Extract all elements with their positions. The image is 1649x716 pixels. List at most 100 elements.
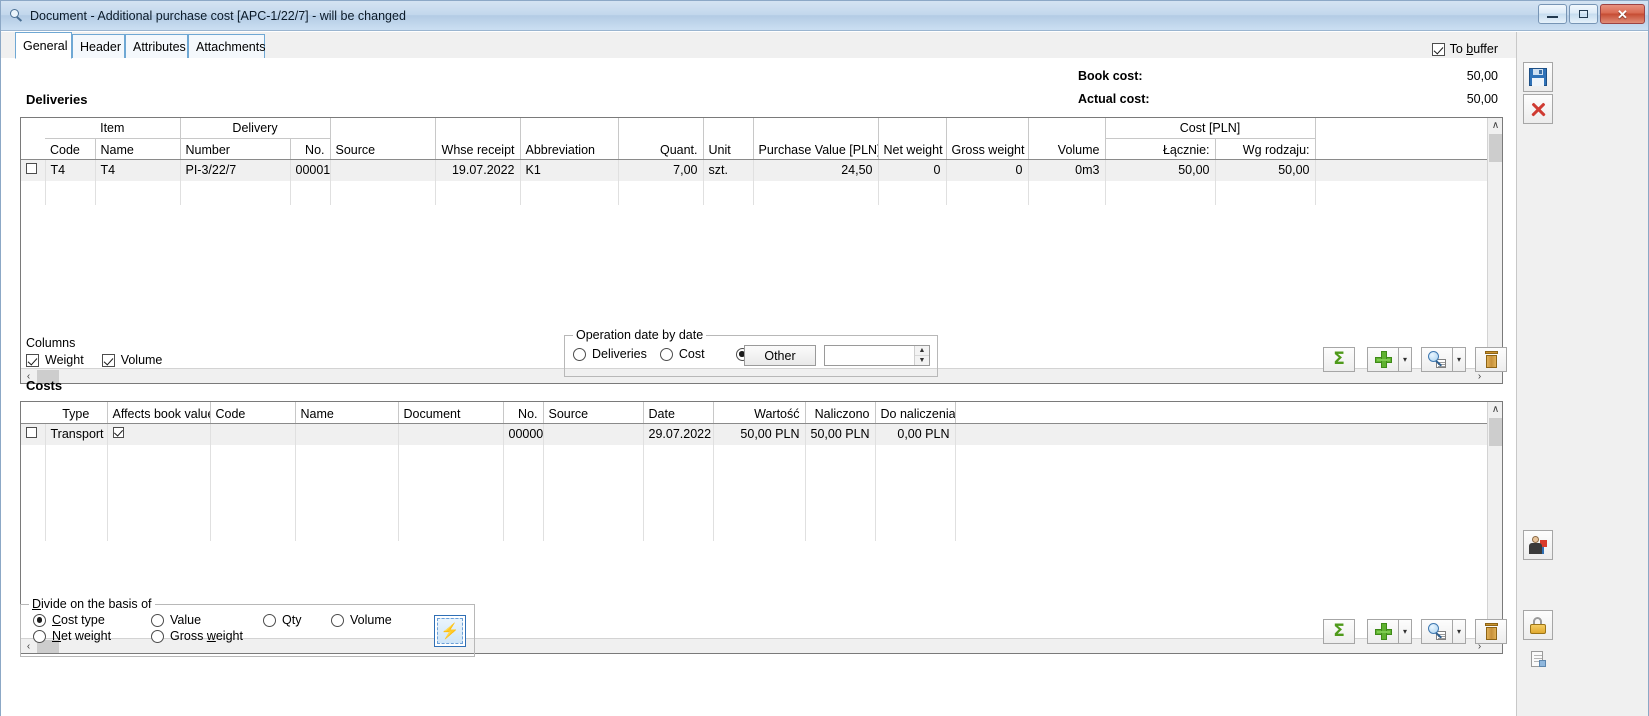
- cost-cell-type: Transport: [45, 423, 108, 445]
- costs-delete-button[interactable]: [1475, 619, 1507, 644]
- tab-general[interactable]: General: [15, 32, 72, 59]
- maximize-button[interactable]: [1569, 4, 1598, 24]
- costs-preview-dropdown[interactable]: ▾: [1453, 619, 1466, 644]
- deliveries-preview-button[interactable]: [1421, 347, 1453, 372]
- deliveries-header-delivery-number[interactable]: Number: [180, 138, 291, 160]
- book-cost-row: Book cost: 50,00: [1078, 69, 1498, 92]
- unlock-button[interactable]: [1523, 610, 1553, 640]
- close-button[interactable]: ✕: [1600, 4, 1645, 24]
- document-lock-button[interactable]: [1523, 644, 1553, 674]
- divide-option-value[interactable]: Value: [151, 613, 263, 627]
- deliveries-header-code[interactable]: Code: [45, 138, 96, 160]
- tab-header[interactable]: Header: [72, 34, 125, 58]
- costs-header-name[interactable]: Name: [295, 402, 399, 424]
- scroll-thumb[interactable]: [1489, 134, 1502, 162]
- costs-header-type[interactable]: Type: [45, 402, 108, 424]
- operation-date-stepper[interactable]: ▲ ▼: [914, 346, 929, 365]
- costs-header-document[interactable]: Document: [398, 402, 504, 424]
- costs-header-naliczono[interactable]: Naliczono: [805, 402, 876, 424]
- columns-box-title: Columns: [26, 336, 76, 350]
- operation-date-title: Operation date by date: [573, 328, 707, 342]
- deliveries-header-whse-receipt[interactable]: Whse receipt: [435, 118, 521, 160]
- deliveries-add-dropdown[interactable]: ▾: [1399, 347, 1412, 372]
- table-row[interactable]: T4 T4 PI-3/22/7 00001 19.07.2022 K1 7,00…: [21, 159, 1487, 181]
- costs-header-code[interactable]: Code: [210, 402, 296, 424]
- deliveries-header-select: [21, 118, 45, 160]
- contractor-button[interactable]: [1523, 530, 1553, 560]
- scroll-up-icon[interactable]: ∧: [1488, 118, 1502, 133]
- deliveries-header-source[interactable]: Source: [330, 118, 436, 160]
- delivery-cell-volume: 0m3: [1028, 159, 1106, 181]
- deliveries-sum-button[interactable]: Σ: [1323, 347, 1355, 372]
- costs-add-dropdown[interactable]: ▾: [1399, 619, 1412, 644]
- scroll-up-icon[interactable]: ∧: [1488, 402, 1502, 417]
- costs-preview-button[interactable]: [1421, 619, 1453, 644]
- tab-attributes[interactable]: Attributes: [125, 34, 188, 58]
- recalculate-bolt-button[interactable]: ⚡: [434, 615, 466, 647]
- deliveries-delete-button[interactable]: [1475, 347, 1507, 372]
- delivery-cell-net-weight: 0: [878, 159, 947, 181]
- costs-add-button[interactable]: [1367, 619, 1399, 644]
- table-row[interactable]: Transport 00000 29.07.2022 50,00 PLN 50,…: [21, 423, 1487, 445]
- bolt-icon: ⚡: [437, 618, 463, 644]
- deliveries-header-quantity[interactable]: Quant.: [618, 118, 704, 160]
- deliveries-vertical-scrollbar[interactable]: ∧ ∨: [1487, 118, 1502, 368]
- operation-date-value[interactable]: [825, 346, 914, 365]
- divide-option-net-weight[interactable]: Net weight: [33, 629, 151, 643]
- cancel-button[interactable]: [1523, 94, 1553, 124]
- other-button[interactable]: Other: [744, 345, 816, 366]
- divide-option-qty[interactable]: Qty: [263, 613, 331, 627]
- tab-attachments[interactable]: Attachments: [188, 34, 265, 58]
- columns-volume-label: Volume: [120, 353, 163, 367]
- deliveries-header-gross-weight[interactable]: Gross weight: [946, 118, 1029, 160]
- delivery-row-select-cell[interactable]: [21, 159, 46, 181]
- operation-date-option-cost[interactable]: Cost: [659, 347, 705, 361]
- columns-box: Columns Weight Volume: [26, 336, 162, 367]
- costs-vertical-scrollbar[interactable]: ∧ ∨: [1487, 402, 1502, 638]
- save-button[interactable]: [1523, 62, 1553, 92]
- deliveries-header-name[interactable]: Name: [95, 138, 181, 160]
- to-buffer-checkbox[interactable]: To buffer: [1431, 42, 1498, 56]
- table-empty-row: [21, 445, 1487, 469]
- costs-header-date[interactable]: Date: [643, 402, 714, 424]
- costs-sum-button[interactable]: Σ: [1323, 619, 1355, 644]
- costs-header-wartosc[interactable]: Wartość: [713, 402, 806, 424]
- deliveries-header-cost-by-type[interactable]: Wg rodzaju:: [1215, 138, 1316, 160]
- deliveries-header-abbreviation[interactable]: Abbreviation: [520, 118, 619, 160]
- cost-row-select-cell[interactable]: [21, 423, 46, 445]
- deliveries-header-volume[interactable]: Volume: [1028, 118, 1106, 160]
- divide-basis-box: Divide on the basis of Cost type Value Q…: [20, 597, 475, 657]
- radio-qty-icon: [263, 613, 276, 627]
- deliveries-header-delivery-no[interactable]: No.: [290, 138, 331, 160]
- cost-cell-affects-book-value[interactable]: [107, 423, 211, 445]
- columns-volume-checkbox[interactable]: Volume: [101, 353, 163, 367]
- deliveries-header-purchase-value[interactable]: Purchase Value [PLN]: [753, 118, 879, 160]
- minimize-button[interactable]: [1538, 4, 1567, 24]
- divide-option-volume-label: Volume: [350, 613, 392, 627]
- application-window: Document - Additional purchase cost [APC…: [0, 0, 1649, 716]
- costs-header-affects-book-value[interactable]: Affects book value: [107, 402, 211, 424]
- divide-option-volume[interactable]: Volume: [331, 613, 392, 627]
- divide-option-gross-weight[interactable]: Gross weight: [151, 629, 243, 643]
- costs-header-no[interactable]: No.: [503, 402, 544, 424]
- row-checkbox-icon: [26, 427, 37, 439]
- general-tab-panel: Book cost: 50,00 Actual cost: 50,00 Deli…: [1, 58, 1517, 716]
- stepper-up-icon[interactable]: ▲: [915, 346, 929, 356]
- scroll-thumb[interactable]: [1489, 418, 1502, 446]
- deliveries-header-cost-total[interactable]: Łącznie:: [1105, 138, 1216, 160]
- actual-cost-label: Actual cost:: [1078, 92, 1150, 106]
- costs-header-do-naliczenia[interactable]: Do naliczenia: [875, 402, 956, 424]
- book-cost-label: Book cost:: [1078, 69, 1143, 83]
- columns-weight-checkbox[interactable]: Weight: [26, 353, 84, 367]
- stepper-down-icon[interactable]: ▼: [915, 356, 929, 365]
- operation-date-input[interactable]: ▲ ▼: [824, 345, 930, 366]
- table-empty-row: [21, 469, 1487, 493]
- divide-option-cost-type[interactable]: Cost type: [33, 613, 151, 627]
- costs-header-source[interactable]: Source: [543, 402, 644, 424]
- delivery-cell-delivery-no: 00001: [290, 159, 331, 181]
- deliveries-preview-dropdown[interactable]: ▾: [1453, 347, 1466, 372]
- operation-date-option-deliveries[interactable]: Deliveries: [573, 347, 647, 361]
- deliveries-header-net-weight[interactable]: Net weight: [878, 118, 947, 160]
- deliveries-add-button[interactable]: [1367, 347, 1399, 372]
- deliveries-header-unit[interactable]: Unit: [703, 118, 754, 160]
